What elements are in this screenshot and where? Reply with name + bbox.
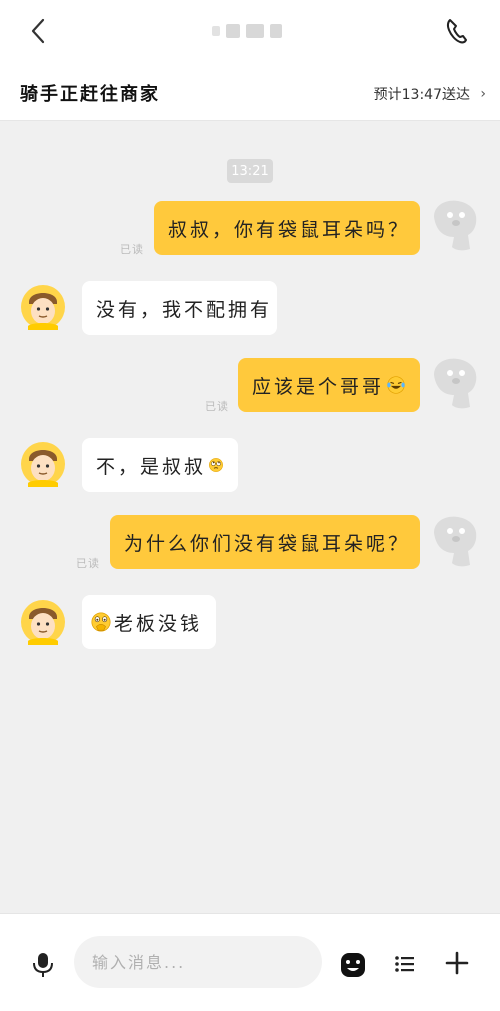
message-bubble-incoming[interactable]: 老板没钱 (82, 595, 216, 649)
shushing-face-emoji-icon (91, 612, 111, 632)
chat-area: 13:21 已读 叔叔，你有袋鼠耳朵吗？ 没有，我不配拥有 已读 应该是个哥哥 (0, 121, 500, 913)
message-text: 老板没钱 (113, 612, 202, 635)
read-receipt: 已读 (205, 400, 229, 413)
message-bubble-incoming[interactable]: 没有，我不配拥有 (82, 281, 277, 335)
message-timestamp: 13:21 (227, 159, 273, 183)
message-text: 没有，我不配拥有 (96, 298, 273, 321)
user-avatar[interactable] (428, 195, 482, 253)
read-receipt: 已读 (120, 243, 144, 256)
message-input[interactable] (74, 936, 322, 988)
user-avatar[interactable] (428, 511, 482, 569)
eta-text: 预计13:47送达 (373, 87, 470, 103)
phone-icon[interactable] (440, 14, 474, 48)
rider-status-text: 骑手正赶往商家 (20, 84, 160, 105)
message-bubble-outgoing[interactable]: 为什么你们没有袋鼠耳朵呢？ (110, 515, 420, 569)
order-status-bar[interactable]: 骑手正赶往商家 预计13:47送达 › (0, 62, 500, 121)
emoji-face-icon[interactable] (338, 950, 368, 980)
message-bubble-outgoing[interactable]: 应该是个哥哥 (238, 358, 420, 412)
rider-avatar[interactable] (20, 282, 66, 332)
message-text: 应该是个哥哥 (252, 375, 385, 398)
chevron-right-icon: › (480, 86, 486, 102)
message-text: 叔叔，你有袋鼠耳朵吗？ (168, 218, 411, 241)
contact-name-obscured (212, 20, 288, 42)
laughing-tears-emoji-icon (387, 376, 405, 394)
message-input-bar (0, 913, 500, 1011)
top-nav-bar (0, 0, 500, 62)
rider-avatar[interactable] (20, 597, 66, 647)
message-bubble-outgoing[interactable]: 叔叔，你有袋鼠耳朵吗？ (154, 201, 420, 255)
rider-avatar[interactable] (20, 439, 66, 489)
back-arrow-icon[interactable] (24, 16, 54, 46)
user-avatar[interactable] (428, 353, 482, 411)
list-menu-icon[interactable] (393, 952, 417, 976)
rolling-eyes-emoji-icon (209, 458, 223, 472)
plus-icon[interactable] (444, 950, 470, 976)
message-bubble-incoming[interactable]: 不，是叔叔 (82, 438, 238, 492)
message-text: 不，是叔叔 (96, 455, 207, 478)
message-text: 为什么你们没有袋鼠耳朵呢？ (124, 532, 411, 555)
read-receipt: 已读 (76, 557, 100, 570)
microphone-icon[interactable] (32, 952, 54, 978)
